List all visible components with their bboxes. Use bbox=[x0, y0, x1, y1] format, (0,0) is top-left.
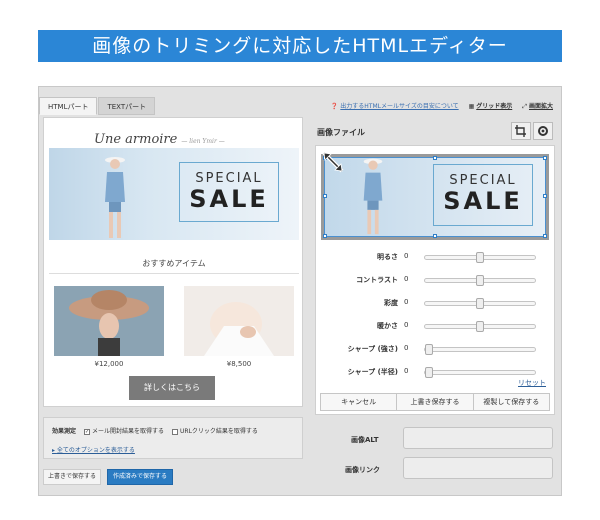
reset-link[interactable]: リセット bbox=[518, 378, 546, 388]
crop-handle[interactable] bbox=[543, 194, 547, 198]
open-tracking-checkbox[interactable]: ✓ メール開封結果を取得する bbox=[84, 426, 164, 435]
image-link-input[interactable] bbox=[403, 457, 553, 479]
slider-handle[interactable] bbox=[476, 275, 484, 286]
slider-handle[interactable] bbox=[476, 298, 484, 309]
divider bbox=[49, 273, 299, 274]
zoom-toggle[interactable]: ⤢ 画面拡大 bbox=[522, 101, 553, 111]
click-tracking-checkbox[interactable]: URLクリック結果を取得する bbox=[172, 426, 258, 435]
image-alt-label: 画像ALT bbox=[351, 436, 379, 444]
crop-handle[interactable] bbox=[323, 194, 327, 198]
tab-text-part[interactable]: TEXTパート bbox=[98, 97, 156, 115]
sale-text-box: SPECIAL SALE bbox=[433, 164, 533, 226]
warmth-slider[interactable] bbox=[424, 321, 536, 332]
image-panel-title: 画像ファイル bbox=[317, 128, 365, 137]
grid-toggle[interactable]: ▦ グリッド表示 bbox=[469, 101, 513, 111]
slider-row: 彩度 0 bbox=[316, 296, 556, 310]
cancel-button[interactable]: キャンセル bbox=[321, 394, 398, 410]
expand-icon: ⤢ bbox=[522, 103, 528, 110]
slider-handle[interactable] bbox=[425, 344, 433, 355]
crop-button[interactable] bbox=[511, 122, 531, 140]
slider-handle[interactable] bbox=[476, 321, 484, 332]
model-figure-icon bbox=[105, 157, 125, 238]
email-preview: Une armoire — lien Ymir — SPECIAL SALE おす… bbox=[43, 117, 303, 407]
sharpen-strength-slider[interactable] bbox=[424, 344, 536, 355]
measure-label: 効果測定 bbox=[52, 428, 77, 435]
shoulder-model-icon bbox=[184, 286, 294, 356]
duplicate-save-button[interactable]: 複製して保存する bbox=[473, 394, 549, 410]
show-all-options-link[interactable]: ▸ 全てのオプションを表示する bbox=[52, 445, 135, 454]
image-editor: SPECIAL SALE 明るさ 0 コントラスト 0 彩度 0 暖かさ 0 シ… bbox=[315, 145, 555, 415]
measure-panel: 効果測定 ✓ メール開封結果を取得する URLクリック結果を取得する ▸ 全てのオ… bbox=[43, 417, 303, 459]
product-image-hat[interactable] bbox=[54, 286, 164, 356]
top-links: ❓ 出力するHTMLメールサイズの目安について ▦ グリッド表示 ⤢ 画面拡大 bbox=[331, 101, 553, 111]
gear-icon bbox=[538, 126, 548, 136]
crop-handle[interactable] bbox=[433, 156, 437, 160]
slider-row: シャープ (半径) 0 bbox=[316, 365, 556, 379]
tab-html-part[interactable]: HTMLパート bbox=[39, 97, 98, 115]
check-icon: ✓ bbox=[84, 428, 91, 435]
slider-handle[interactable] bbox=[476, 252, 484, 263]
crop-handle[interactable] bbox=[433, 234, 437, 238]
image-alt-input[interactable] bbox=[403, 427, 553, 449]
brightness-slider[interactable] bbox=[424, 252, 536, 263]
part-tabs: HTMLパート TEXTパート bbox=[39, 97, 156, 115]
sharpen-radius-slider[interactable] bbox=[424, 367, 536, 378]
slider-row: コントラスト 0 bbox=[316, 273, 556, 287]
html-editor-window: HTMLパート TEXTパート ❓ 出力するHTMLメールサイズの目安について … bbox=[38, 86, 562, 496]
checkbox-icon bbox=[172, 428, 179, 435]
hero-image[interactable]: SPECIAL SALE bbox=[49, 148, 299, 240]
overwrite-save-button[interactable]: 上書き保存する bbox=[397, 394, 474, 410]
contrast-slider[interactable] bbox=[424, 275, 536, 286]
save-as-created-button[interactable]: 作成済みで保存する bbox=[107, 469, 173, 485]
product-price: ¥12,000 bbox=[94, 360, 124, 368]
editor-actions: キャンセル 上書き保存する 複製して保存する bbox=[320, 393, 550, 411]
details-button[interactable]: 詳しくはこちら bbox=[129, 376, 215, 400]
crop-handle[interactable] bbox=[543, 156, 547, 160]
crop-region[interactable]: SPECIAL SALE bbox=[324, 157, 546, 237]
save-overwrite-button[interactable]: 上書きで保存する bbox=[43, 469, 101, 485]
saturation-slider[interactable] bbox=[424, 298, 536, 309]
grid-icon: ▦ bbox=[468, 103, 475, 110]
product-price: ¥8,500 bbox=[226, 360, 252, 368]
slider-row: シャープ (強さ) 0 bbox=[316, 342, 556, 356]
slider-row: 暖かさ 0 bbox=[316, 319, 556, 333]
help-icon: ❓ bbox=[330, 103, 339, 110]
resize-arrow-icon bbox=[322, 151, 344, 173]
page-banner: 画像のトリミングに対応したHTMLエディター bbox=[38, 30, 562, 62]
sale-text-box: SPECIAL SALE bbox=[179, 162, 279, 222]
product-image-top[interactable] bbox=[184, 286, 294, 356]
brand-logo: Une armoire — lien Ymir — bbox=[94, 132, 225, 147]
hat-model-icon bbox=[54, 286, 164, 356]
crop-handle[interactable] bbox=[543, 234, 547, 238]
crop-icon bbox=[515, 125, 526, 137]
settings-button[interactable] bbox=[533, 122, 553, 140]
model-figure-icon bbox=[363, 158, 383, 235]
slider-row: 明るさ 0 bbox=[316, 250, 556, 264]
crop-handle[interactable] bbox=[323, 234, 327, 238]
recommend-title: おすすめアイテム bbox=[142, 259, 206, 268]
image-link-label: 画像リンク bbox=[345, 466, 380, 474]
help-link[interactable]: ❓ 出力するHTMLメールサイズの目安について bbox=[331, 101, 459, 111]
slider-handle[interactable] bbox=[425, 367, 433, 378]
crop-canvas[interactable]: SPECIAL SALE bbox=[321, 151, 549, 240]
